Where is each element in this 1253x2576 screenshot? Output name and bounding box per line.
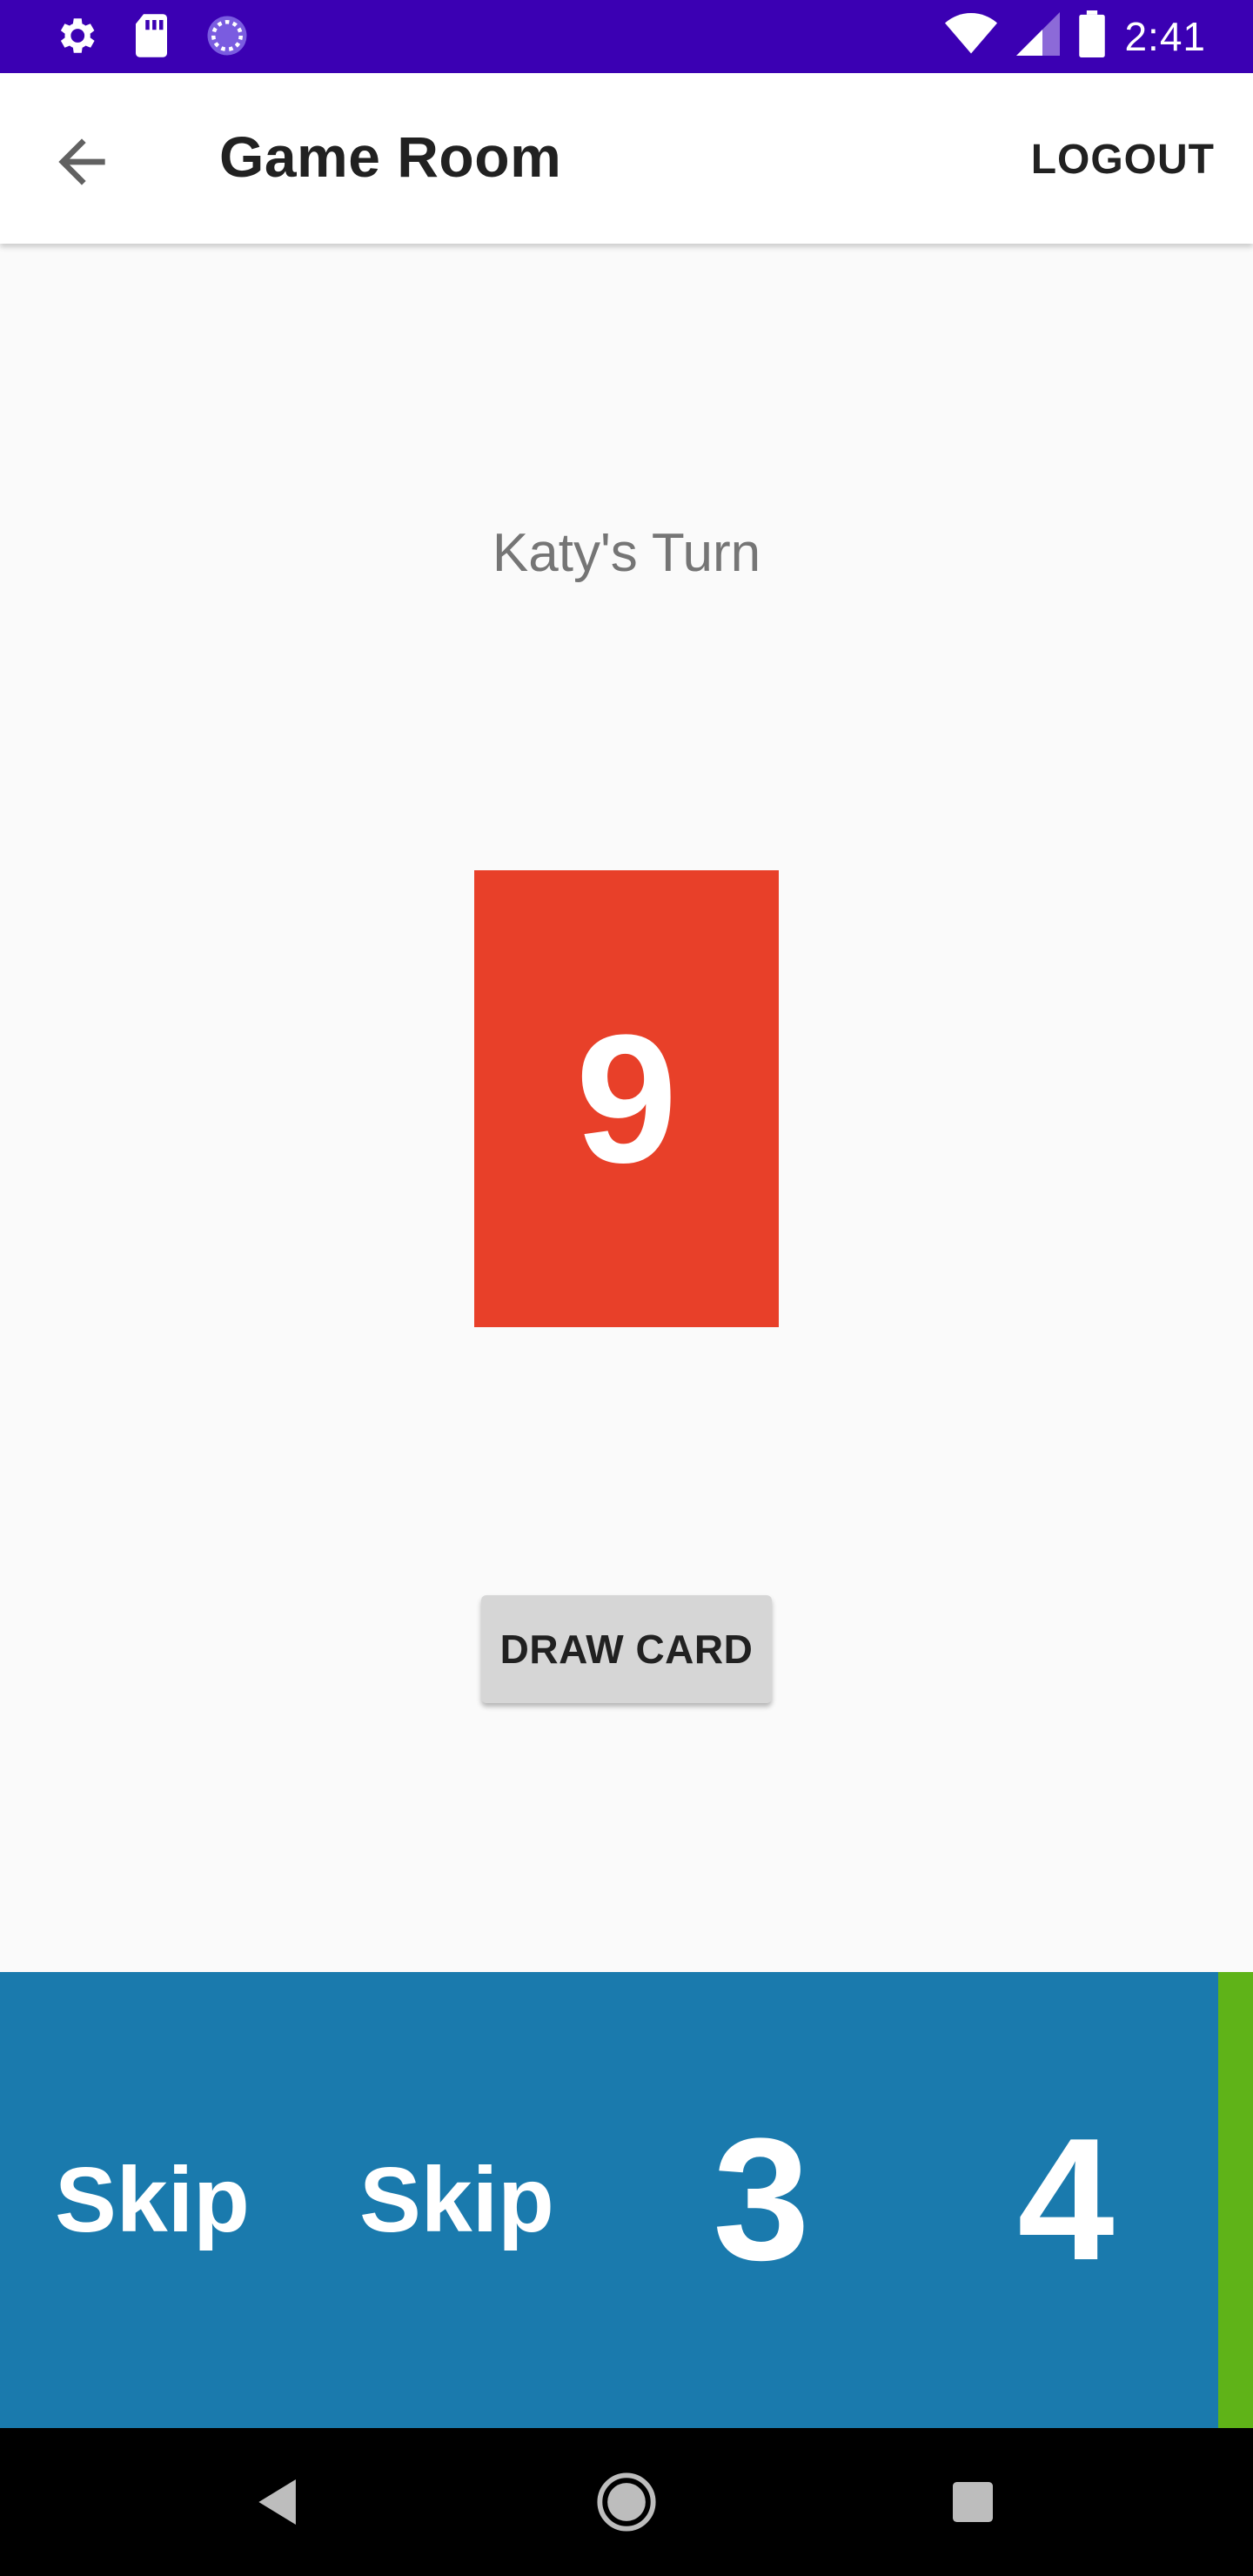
nav-recents-icon[interactable] <box>934 2463 1012 2541</box>
hand-card[interactable]: Skip <box>0 1972 305 2428</box>
status-left-icons <box>52 12 251 64</box>
arrow-back-icon[interactable] <box>47 127 117 197</box>
system-nav-bar <box>0 2428 1253 2576</box>
loading-icon <box>204 12 251 64</box>
page-title: Game Room <box>219 124 562 189</box>
player-hand: Skip Skip 3 4 <box>0 1972 1253 2428</box>
gear-icon <box>52 12 99 64</box>
hand-card-edge[interactable] <box>1218 1972 1253 2428</box>
current-card: 9 <box>474 870 779 1327</box>
nav-back-icon[interactable] <box>240 2463 318 2541</box>
logout-button[interactable]: LOGOUT <box>1031 136 1215 184</box>
app-bar: Game Room LOGOUT <box>0 73 1253 244</box>
turn-indicator: Katy's Turn <box>492 523 761 583</box>
signal-icon <box>1016 11 1061 61</box>
status-bar: 2:41 <box>0 0 1253 73</box>
nav-home-icon[interactable] <box>587 2463 666 2541</box>
current-card-value: 9 <box>575 996 678 1201</box>
status-right-icons: 2:41 <box>945 10 1206 62</box>
hand-card[interactable]: 3 <box>609 1972 914 2428</box>
wifi-icon <box>945 11 998 61</box>
sd-card-icon <box>131 12 172 64</box>
hand-card[interactable]: Skip <box>305 1972 609 2428</box>
draw-card-button[interactable]: DRAW CARD <box>481 1595 772 1703</box>
status-time: 2:41 <box>1124 13 1206 59</box>
battery-icon <box>1079 10 1106 62</box>
hand-card[interactable]: 4 <box>914 1972 1218 2428</box>
